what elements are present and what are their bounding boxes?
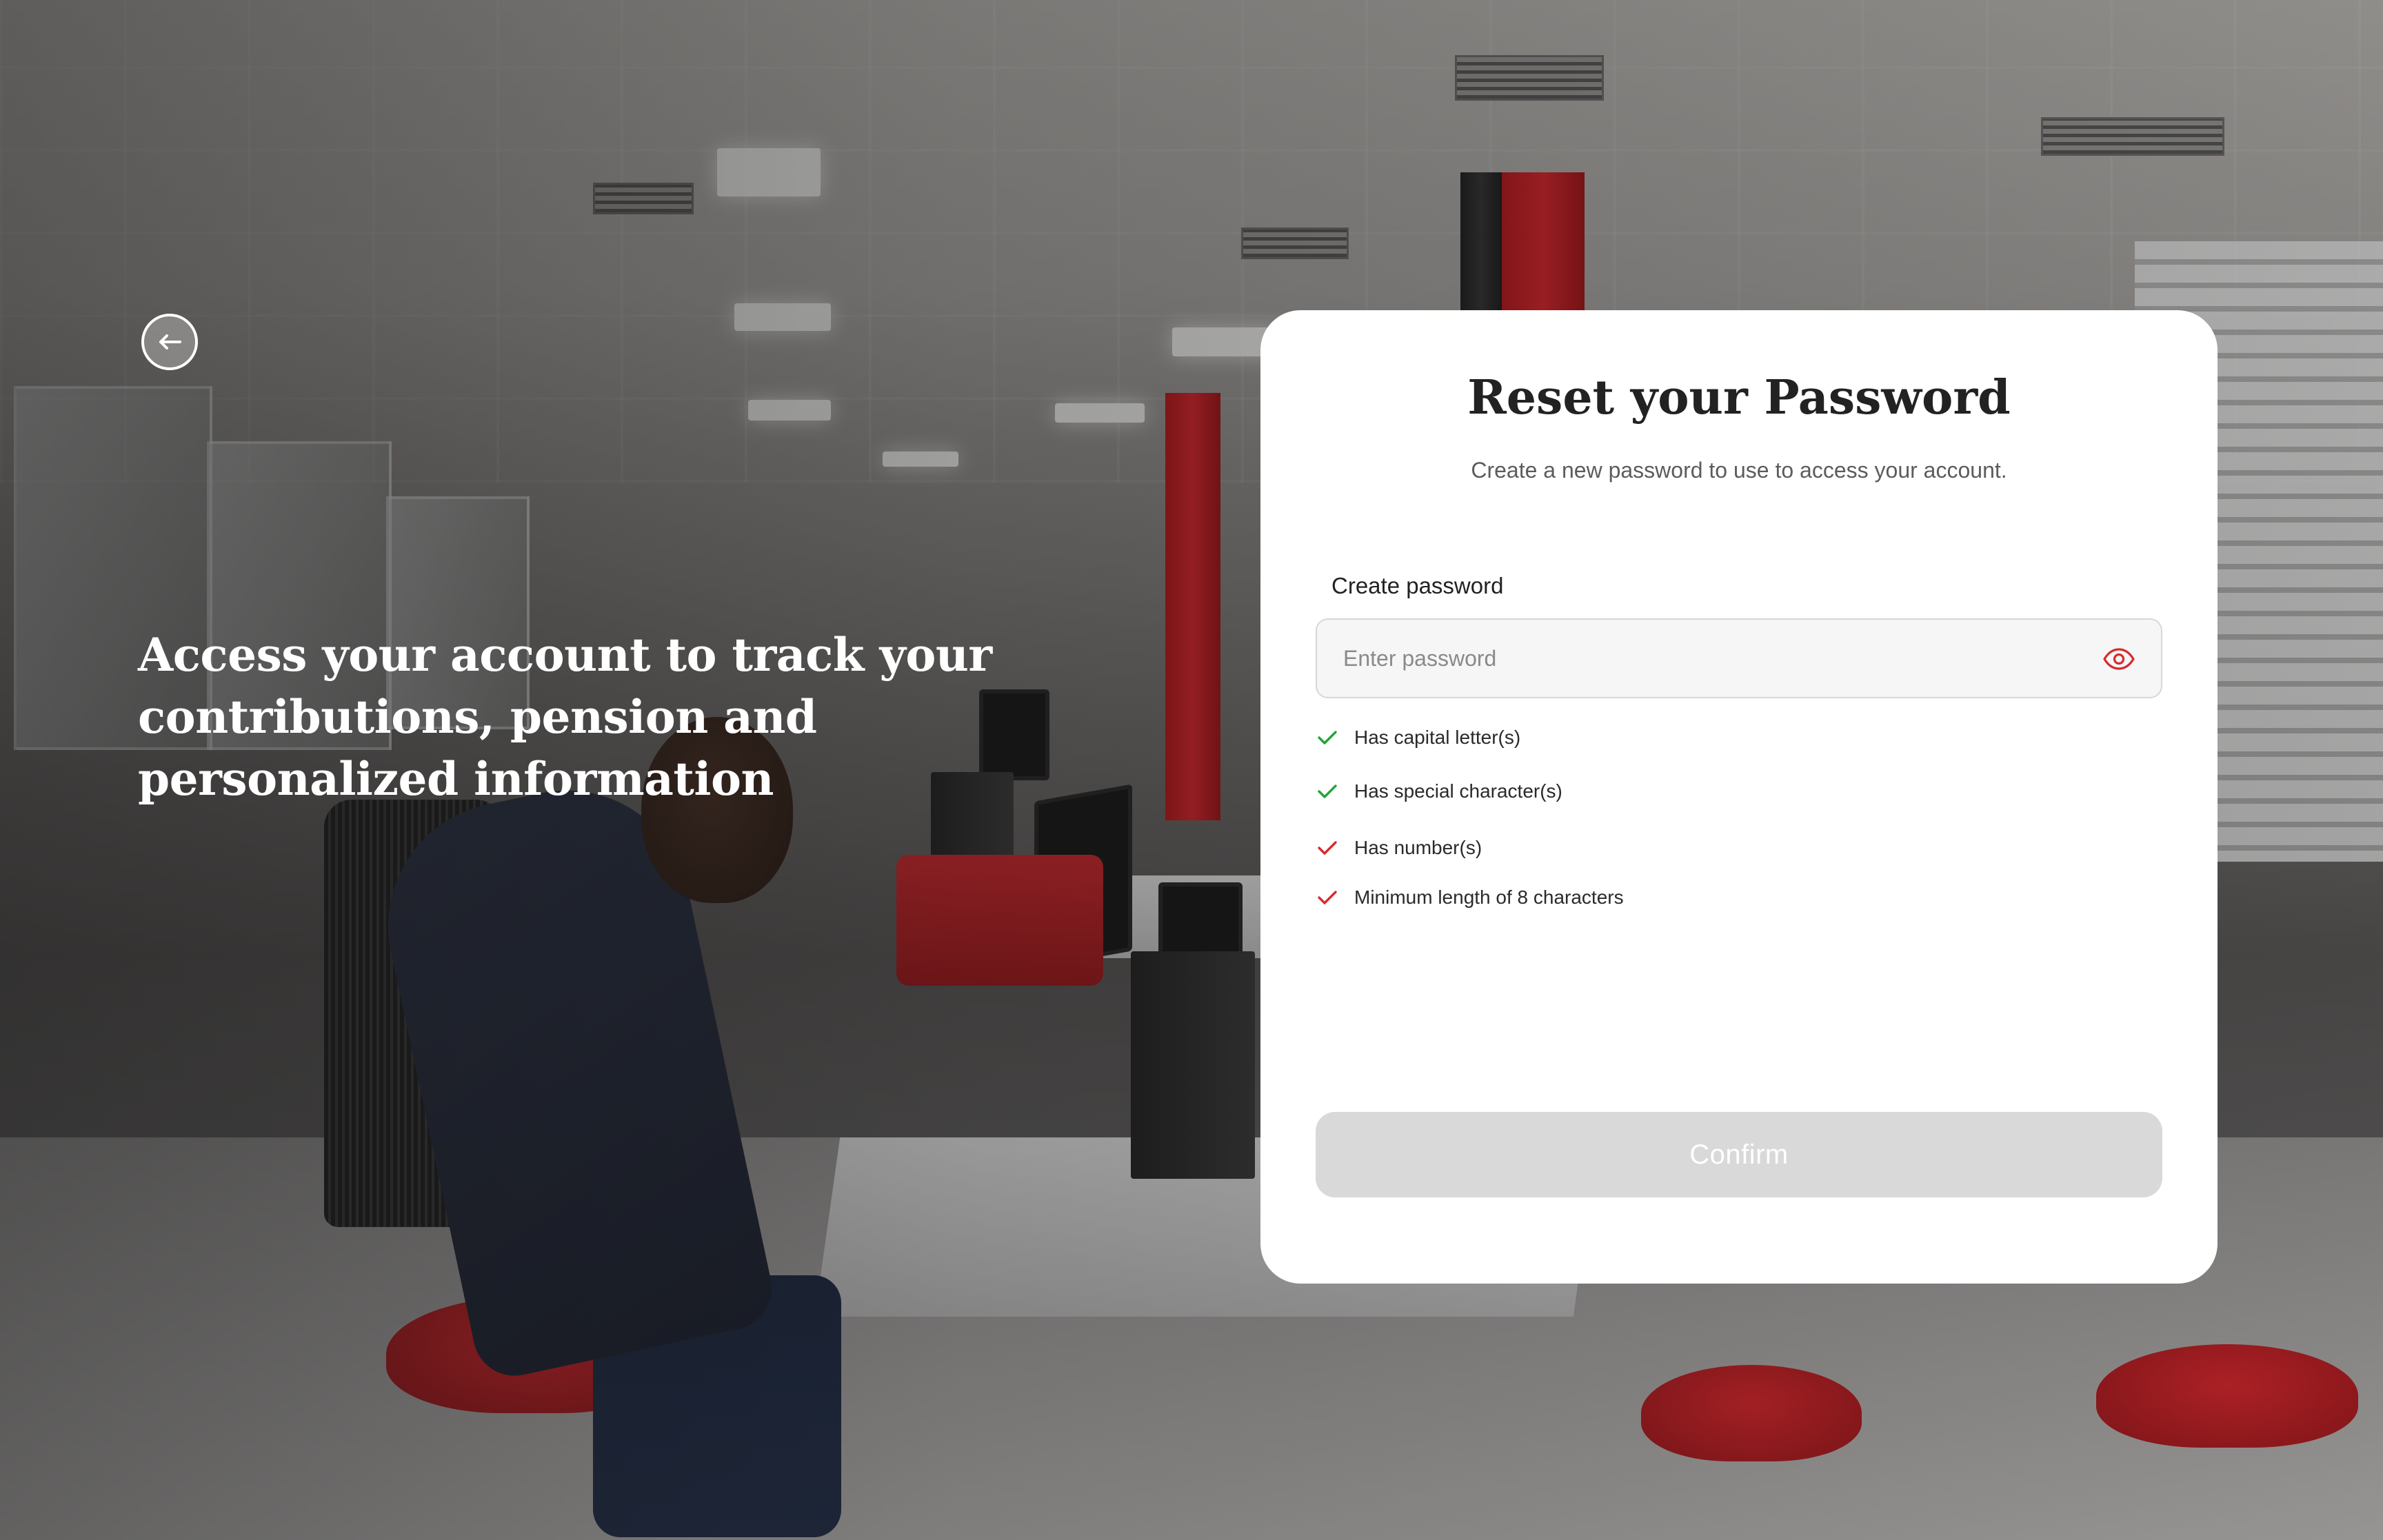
password-input-container — [1316, 618, 2162, 698]
requirement-label: Has number(s) — [1354, 837, 1482, 858]
arrow-left-icon — [159, 334, 181, 349]
requirement-capital-letter: Has capital letter(s) — [1316, 724, 1520, 751]
password-input[interactable] — [1317, 620, 2161, 697]
requirement-label: Minimum length of 8 characters — [1354, 886, 1624, 908]
hero-tagline: Access your account to track your contri… — [138, 628, 992, 806]
card-subtitle: Create a new password to use to access y… — [1471, 458, 2007, 483]
eye-icon — [2103, 648, 2135, 670]
card-title: Reset your Password — [1467, 370, 2011, 425]
back-button[interactable] — [141, 314, 198, 370]
reset-password-card: Reset your Password Create a new passwor… — [1260, 310, 2218, 1284]
requirement-special-character: Has special character(s) — [1316, 778, 1562, 805]
requirement-label: Has capital letter(s) — [1354, 727, 1521, 748]
requirement-minimum-length: Minimum length of 8 characters — [1316, 884, 1624, 911]
requirement-number: Has number(s) — [1316, 834, 1482, 862]
check-icon — [1316, 836, 1339, 860]
confirm-button[interactable]: Confirm — [1316, 1112, 2162, 1197]
password-field-label: Create password — [1331, 573, 1504, 598]
toggle-password-visibility-button[interactable] — [2102, 644, 2136, 674]
check-icon — [1316, 726, 1339, 749]
check-icon — [1316, 886, 1339, 909]
requirement-label: Has special character(s) — [1354, 780, 1562, 802]
check-icon — [1316, 780, 1339, 803]
